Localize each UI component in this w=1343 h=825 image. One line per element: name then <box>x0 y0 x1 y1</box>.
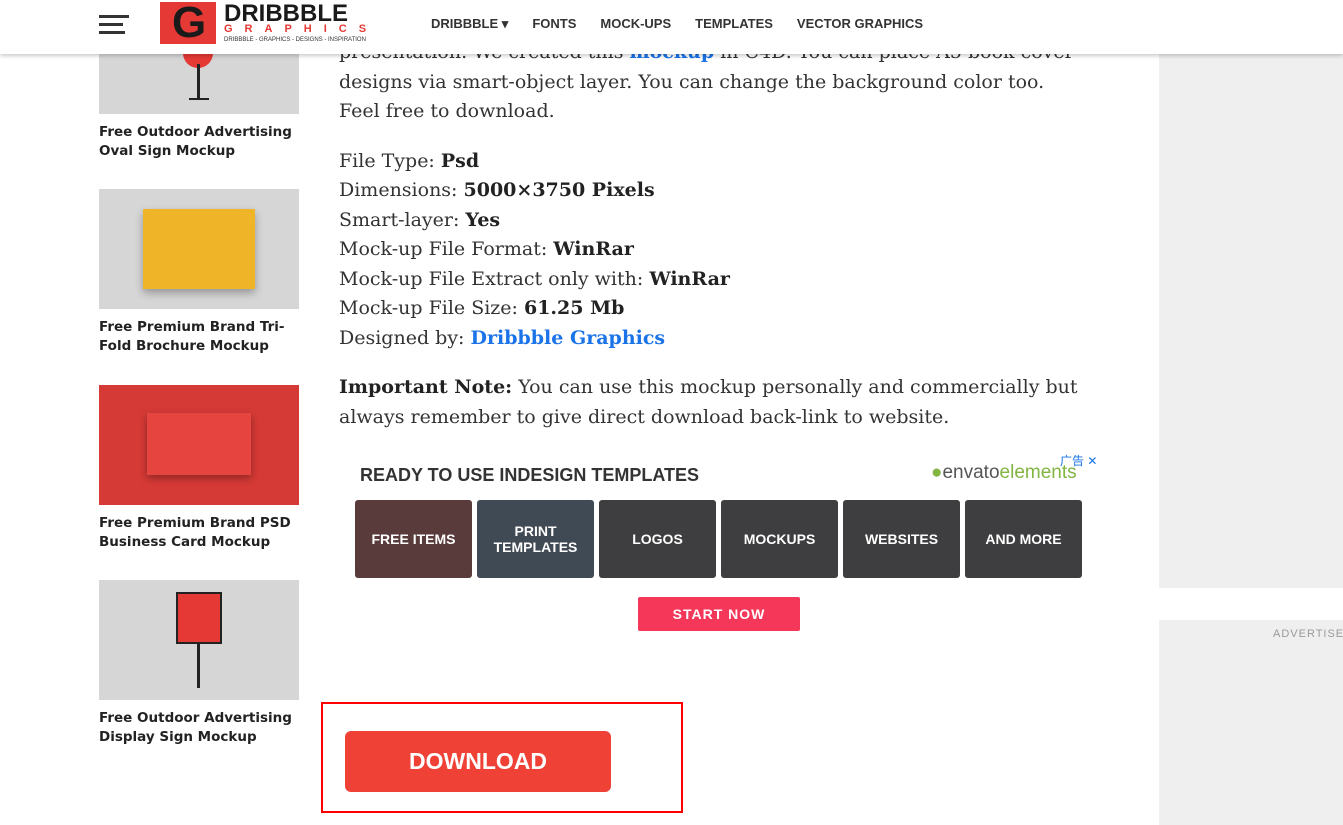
envato-ad[interactable]: READY TO USE INDESIGN TEMPLATES ●envatoe… <box>355 452 1100 642</box>
post-title[interactable]: Free Premium Brand PSD Business Card Moc… <box>99 514 299 552</box>
ad-tile[interactable]: WEBSITES <box>843 500 960 578</box>
ad-tile[interactable]: FREE ITEMS <box>355 500 472 578</box>
post-thumbnail[interactable] <box>99 580 299 700</box>
ad-headline: READY TO USE INDESIGN TEMPLATES <box>360 465 700 485</box>
post-title[interactable]: Free Outdoor Advertising Oval Sign Mocku… <box>99 123 299 161</box>
ad-tile[interactable]: MOCKUPS <box>721 500 838 578</box>
logo-tagline: DRIBBBLE - GRAPHICS - DESIGNS - INSPIRAT… <box>224 37 366 43</box>
logo-mark: G <box>172 0 207 47</box>
start-now-button[interactable]: START NOW <box>638 597 800 631</box>
right-ad-panel <box>1159 54 1343 588</box>
nav-fonts[interactable]: FONTS <box>532 16 576 32</box>
ad-tile[interactable]: PRINT TEMPLATES <box>477 500 594 578</box>
envato-logo[interactable]: ●envatoelements <box>931 462 1077 484</box>
menu-icon[interactable] <box>99 15 129 35</box>
site-header: G DRIBBBLE GRAPHICS DRIBBBLE - GRAPHICS … <box>0 0 1343 54</box>
related-post[interactable]: Free Premium Brand PSD Business Card Moc… <box>99 385 299 552</box>
post-title[interactable]: Free Outdoor Advertising Display Sign Mo… <box>99 709 299 747</box>
ad-tile[interactable]: AND MORE <box>965 500 1082 578</box>
nav-vector-graphics[interactable]: VECTOR GRAPHICS <box>797 16 923 32</box>
site-logo[interactable]: G DRIBBBLE GRAPHICS DRIBBBLE - GRAPHICS … <box>160 0 366 47</box>
nav-mock-ups[interactable]: MOCK-UPS <box>600 16 671 32</box>
download-button[interactable]: DOWNLOAD <box>345 731 611 792</box>
ad-tile[interactable]: LOGOS <box>599 500 716 578</box>
nav-templates[interactable]: TEMPLATES <box>695 16 773 32</box>
post-thumbnail[interactable] <box>99 385 299 505</box>
designer-link[interactable]: Dribbble Graphics <box>471 327 666 349</box>
advertise-label: ADVERTISE <box>1273 628 1343 640</box>
logo-text-2: GRAPHICS <box>224 23 379 35</box>
related-post[interactable]: Free Premium Brand Tri-Fold Brochure Moc… <box>99 189 299 356</box>
related-post[interactable]: Free Outdoor Advertising Display Sign Mo… <box>99 580 299 747</box>
ad-close-icon[interactable]: 广告 ✕ <box>1060 452 1097 469</box>
article-body: presentation. We created this mockup in … <box>339 38 1089 452</box>
nav-dribbble[interactable]: DRIBBBLE ▾ <box>431 16 508 32</box>
right-ad-panel-2: ADVERTISE <box>1159 620 1343 825</box>
important-note: Important Note: You can use this mockup … <box>339 376 1078 428</box>
post-title[interactable]: Free Premium Brand Tri-Fold Brochure Moc… <box>99 318 299 356</box>
post-thumbnail[interactable] <box>99 189 299 309</box>
main-nav: DRIBBBLE ▾ FONTS MOCK-UPS TEMPLATES VECT… <box>431 16 923 32</box>
specs: File Type: Psd Dimensions: 5000×3750 Pix… <box>339 149 730 349</box>
